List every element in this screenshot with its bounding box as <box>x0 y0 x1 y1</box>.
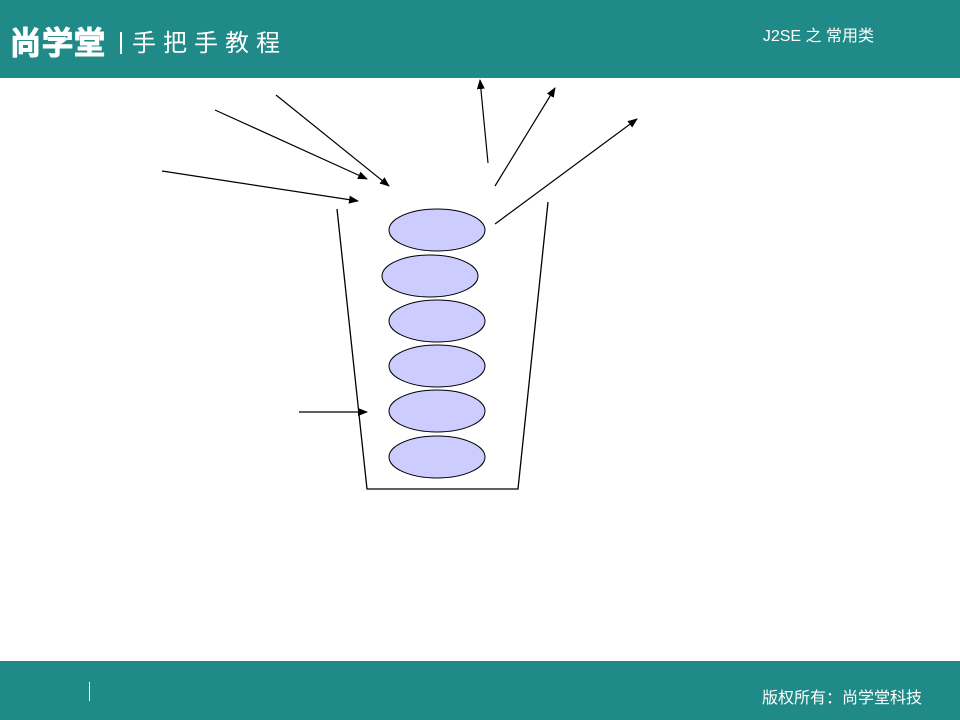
push-arrow <box>275 94 390 187</box>
stack-element <box>388 389 486 433</box>
stack-element <box>388 435 486 479</box>
slide: 尚学堂 手把手教程 J2SE 之 常用类 版权所有：尚学堂科技 <box>0 0 960 720</box>
stack-diagram <box>161 79 638 490</box>
push-arrow <box>161 170 359 204</box>
stack-element <box>388 344 486 388</box>
push-arrow <box>214 109 368 180</box>
stack-element <box>381 254 479 298</box>
stack-element <box>388 208 486 252</box>
pop-arrow <box>476 79 489 164</box>
pop-arrow <box>494 118 638 225</box>
stack-element <box>388 299 486 343</box>
footer-copyright: 版权所有：尚学堂科技 <box>761 688 922 707</box>
footer-separator <box>89 682 90 701</box>
pop-arrow <box>494 87 556 187</box>
